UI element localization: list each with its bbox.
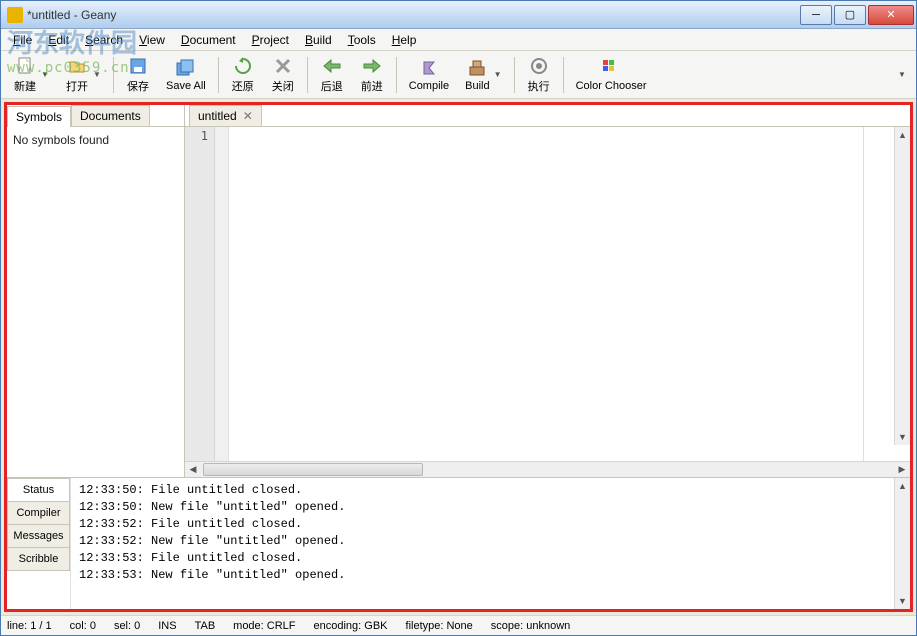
log-line: 12:33:53: File untitled closed. [79, 551, 302, 565]
forward-button[interactable]: 前进 [352, 53, 392, 97]
toolbar-separator [218, 57, 219, 93]
menu-project[interactable]: Project [246, 31, 295, 49]
scroll-left-icon[interactable]: ◀ [185, 462, 201, 477]
status-line: line: 1 / 1 [7, 620, 52, 632]
close-window-button[interactable]: ✕ [868, 5, 914, 25]
window-title: *untitled - Geany [27, 8, 798, 22]
message-vscrollbar[interactable]: ▲ ▼ [894, 478, 910, 609]
forward-arrow-icon [362, 56, 382, 76]
open-folder-icon [67, 56, 87, 76]
scroll-down-icon[interactable]: ▼ [895, 429, 910, 445]
line-number: 1 [191, 129, 208, 143]
execute-button[interactable]: 执行 [519, 53, 559, 97]
menu-help[interactable]: Help [386, 31, 423, 49]
close-button[interactable]: 关闭 [263, 53, 303, 97]
scroll-up-icon[interactable]: ▲ [895, 478, 910, 494]
upper-pane: Symbols Documents No symbols found untit… [7, 105, 910, 477]
message-window: Status Compiler Messages Scribble 12:33:… [7, 477, 910, 609]
save-button[interactable]: 保存 [118, 53, 158, 97]
toolbar-overflow[interactable]: ▼ [898, 70, 908, 79]
menu-document[interactable]: Document [175, 31, 242, 49]
menu-view[interactable]: View [133, 31, 171, 49]
status-log: 12:33:50: File untitled closed. 12:33:50… [71, 478, 894, 609]
app-icon [7, 7, 23, 23]
compile-button[interactable]: Compile [401, 53, 457, 97]
right-margin-line [863, 127, 864, 461]
highlighted-region: Symbols Documents No symbols found untit… [4, 102, 913, 612]
menu-search[interactable]: Search [79, 31, 129, 49]
menu-edit[interactable]: Edit [42, 31, 75, 49]
menu-build[interactable]: Build [299, 31, 338, 49]
save-all-icon [176, 58, 196, 78]
tab-messages[interactable]: Messages [7, 524, 70, 548]
status-tab: TAB [195, 620, 216, 632]
build-button[interactable]: Build [457, 53, 497, 97]
app-window: 河东软件园 www.pc0359.cn *untitled - Geany ─ … [0, 0, 917, 636]
hscroll-thumb[interactable] [203, 463, 423, 476]
tab-symbols[interactable]: Symbols [7, 106, 71, 127]
toolbar-separator [113, 57, 114, 93]
status-ins: INS [158, 620, 176, 632]
color-chooser-button[interactable]: Color Chooser [568, 53, 655, 97]
toolbar-separator [514, 57, 515, 93]
titlebar: *untitled - Geany ─ ▢ ✕ [1, 1, 916, 29]
toolbar-separator [563, 57, 564, 93]
back-arrow-icon [322, 56, 342, 76]
close-tab-icon[interactable]: ✕ [243, 109, 253, 123]
status-filetype: filetype: None [406, 620, 473, 632]
tab-documents[interactable]: Documents [71, 105, 150, 126]
scroll-down-icon[interactable]: ▼ [895, 593, 910, 609]
open-dropdown[interactable]: ▼ [93, 70, 103, 79]
tab-compiler[interactable]: Compiler [7, 501, 70, 525]
close-icon [273, 56, 293, 76]
toolbar-separator [307, 57, 308, 93]
minimize-button[interactable]: ─ [800, 5, 832, 25]
scroll-right-icon[interactable]: ▶ [894, 462, 910, 477]
compile-icon [419, 58, 439, 78]
line-number-gutter: 1 [185, 127, 215, 461]
log-line: 12:33:52: File untitled closed. [79, 517, 302, 531]
tab-status[interactable]: Status [7, 478, 70, 502]
new-file-icon [15, 56, 35, 76]
maximize-button[interactable]: ▢ [834, 5, 866, 25]
toolbar-separator [396, 57, 397, 93]
status-scope: scope: unknown [491, 620, 571, 632]
log-line: 12:33:50: File untitled closed. [79, 483, 302, 497]
revert-button[interactable]: 还原 [223, 53, 263, 97]
status-encoding: encoding: GBK [314, 620, 388, 632]
editor-text-area[interactable] [229, 127, 910, 461]
execute-icon [529, 56, 549, 76]
scroll-up-icon[interactable]: ▲ [895, 127, 910, 143]
save-all-button[interactable]: Save All [158, 53, 214, 97]
statusbar: line: 1 / 1 col: 0 sel: 0 INS TAB mode: … [1, 615, 916, 635]
tab-scribble[interactable]: Scribble [7, 547, 70, 571]
toolbar: 新建 ▼ 打开 ▼ 保存 Save All 还原 关闭 后退 [1, 51, 916, 99]
menu-tools[interactable]: Tools [342, 31, 382, 49]
editor-hscrollbar[interactable]: ◀ ▶ [185, 461, 910, 477]
build-dropdown[interactable]: ▼ [494, 70, 504, 79]
status-col: col: 0 [70, 620, 96, 632]
fold-margin [215, 127, 229, 461]
status-sel: sel: 0 [114, 620, 140, 632]
save-icon [128, 56, 148, 76]
revert-icon [233, 56, 253, 76]
status-mode: mode: CRLF [233, 620, 295, 632]
color-chooser-icon [601, 58, 621, 78]
editor-tab-untitled[interactable]: untitled ✕ [189, 105, 262, 126]
log-line: 12:33:50: New file "untitled" opened. [79, 500, 345, 514]
menubar: File Edit Search View Document Project B… [1, 29, 916, 51]
editor-vscrollbar[interactable]: ▲ ▼ [894, 127, 910, 445]
build-icon [467, 58, 487, 78]
editor-area: untitled ✕ 1 ▲ ▼ [185, 105, 910, 477]
new-dropdown[interactable]: ▼ [41, 70, 51, 79]
menu-file[interactable]: File [7, 31, 38, 49]
log-line: 12:33:52: New file "untitled" opened. [79, 534, 345, 548]
symbols-body: No symbols found [7, 127, 184, 477]
new-button[interactable]: 新建 [5, 53, 45, 97]
back-button[interactable]: 后退 [312, 53, 352, 97]
sidebar: Symbols Documents No symbols found [7, 105, 185, 477]
open-button[interactable]: 打开 [57, 53, 97, 97]
log-line: 12:33:53: New file "untitled" opened. [79, 568, 345, 582]
editor-tab-label: untitled [198, 109, 237, 123]
